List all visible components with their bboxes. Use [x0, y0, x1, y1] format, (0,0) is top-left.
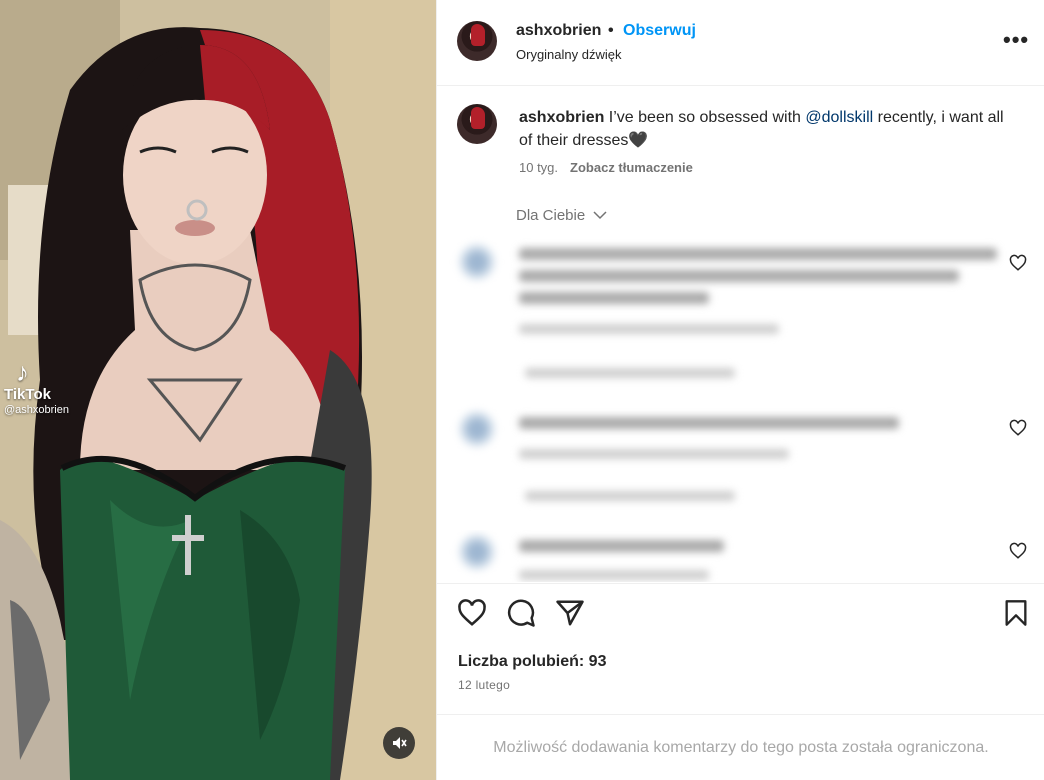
- comment-text-line: [519, 248, 997, 260]
- commenter-avatar[interactable]: [459, 534, 495, 570]
- comment-like-heart-icon[interactable]: [1009, 419, 1027, 437]
- caption-text-before: I’ve been so obsessed with: [604, 109, 806, 126]
- audio-label[interactable]: Oryginalny dźwięk: [516, 47, 622, 62]
- post-media[interactable]: ♪ TikTok @ashxobrien: [0, 0, 436, 780]
- comments-sort-label: Dla Ciebie: [516, 207, 586, 224]
- comment-like-heart-icon[interactable]: [1009, 254, 1027, 272]
- view-replies-link[interactable]: [525, 368, 735, 378]
- post-date: 12 lutego: [458, 678, 511, 692]
- comment-text-line: [519, 270, 959, 282]
- caption-mention-link[interactable]: @dollskill: [805, 109, 873, 126]
- send-icon[interactable]: [555, 598, 585, 628]
- caption-age: 10 tyg.: [519, 160, 559, 175]
- header-separator: •: [608, 22, 614, 39]
- mute-button[interactable]: [383, 727, 415, 759]
- bookmark-icon[interactable]: [1002, 598, 1030, 628]
- author-avatar[interactable]: [457, 21, 497, 61]
- comment-text-line: [519, 292, 709, 304]
- comment-item: [437, 236, 1044, 386]
- more-options-icon[interactable]: •••: [1003, 29, 1029, 51]
- view-replies-link[interactable]: [525, 491, 735, 501]
- post-actions: Liczba polubień: 93 12 lutego: [437, 583, 1044, 713]
- comment-text-line: [519, 540, 724, 552]
- see-translation-button[interactable]: Zobacz tłumaczenie: [570, 160, 693, 175]
- comment-like-heart-icon[interactable]: [1009, 542, 1027, 560]
- follow-button[interactable]: Obserwuj: [623, 22, 696, 40]
- comment-meta: [519, 449, 789, 459]
- comment-item: [437, 405, 1044, 515]
- tiktok-logo-icon: ♪: [16, 357, 29, 387]
- tiktok-brand: TikTok: [4, 386, 51, 403]
- caption-meta: 10 tyg. Zobacz tłumaczenie: [519, 160, 693, 175]
- caption-text: ashxobrien I’ve been so obsessed with @d…: [519, 106, 1019, 152]
- tiktok-watermark: ♪ TikTok @ashxobrien: [4, 358, 69, 416]
- comment-text-line: [519, 417, 899, 429]
- heart-icon[interactable]: [457, 598, 487, 628]
- commenter-avatar[interactable]: [459, 411, 495, 447]
- comment-icon[interactable]: [506, 598, 536, 628]
- chevron-down-icon: [593, 211, 607, 220]
- comment-meta: [519, 324, 779, 334]
- comments-restricted-notice: Możliwość dodawania komentarzy do tego p…: [437, 714, 1044, 780]
- likes-count[interactable]: Liczba polubień: 93: [458, 653, 606, 671]
- comments-sort-dropdown[interactable]: Dla Ciebie: [516, 207, 607, 224]
- commenter-avatar[interactable]: [459, 244, 495, 280]
- post-header: ashxobrien • Obserwuj Oryginalny dźwięk …: [437, 0, 1044, 86]
- caption-username[interactable]: ashxobrien: [519, 109, 604, 126]
- comment-item: [437, 530, 1044, 582]
- volume-muted-icon: [393, 737, 407, 749]
- post-side-panel: ashxobrien • Obserwuj Oryginalny dźwięk …: [436, 0, 1044, 780]
- tiktok-handle: @ashxobrien: [4, 404, 69, 416]
- caption-avatar[interactable]: [457, 104, 497, 144]
- comment-meta: [519, 570, 709, 580]
- author-username[interactable]: ashxobrien: [516, 22, 601, 40]
